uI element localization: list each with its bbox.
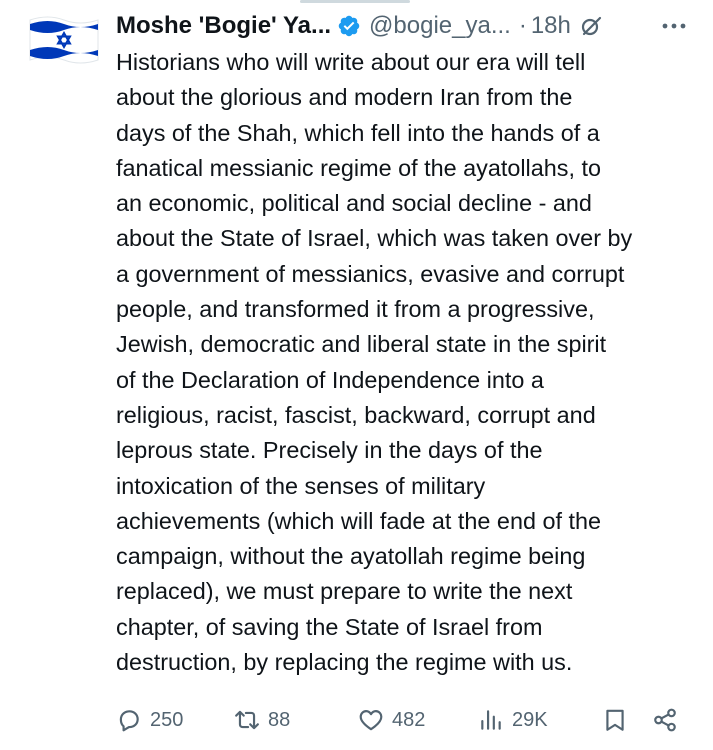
tweet-text-line: leprous state. Precisely in the days of … [116, 437, 543, 464]
reply-icon [119, 710, 139, 732]
like-count: 482 [392, 708, 426, 731]
drag-handle [0, 0, 713, 4]
tweet-text-line: campaign, without the ayatollah regime b… [116, 543, 586, 570]
reply-count: 250 [150, 708, 184, 731]
tweet-text-line: an economic, political and social declin… [116, 190, 592, 217]
share-button[interactable] [652, 704, 678, 736]
views-button[interactable]: 29K [478, 704, 548, 736]
tweet-text-line: achievements (which will fade at the end… [116, 507, 601, 534]
tweet-text-line: about the glorious and modern Iran from … [116, 84, 573, 111]
tweet-text-line: a government of messianics, evasive and … [116, 260, 625, 287]
tweet-text-line: people, and transformed it from a progre… [116, 296, 595, 323]
tweet-text-line: destruction, by replacing the regime wit… [116, 649, 573, 676]
grok-icon[interactable] [579, 14, 603, 38]
like-button[interactable]: 482 [358, 704, 425, 736]
tweet-header: Moshe 'Bogie' Ya... @bogie_ya... · 18h [116, 6, 703, 46]
reply-button[interactable]: 250 [116, 704, 183, 736]
author-name[interactable]: Moshe 'Bogie' Ya... [116, 12, 331, 40]
bookmark-button[interactable] [602, 704, 628, 736]
tweet[interactable]: Moshe 'Bogie' Ya... @bogie_ya... · 18h H… [0, 0, 713, 750]
share-icon [654, 708, 676, 732]
israel-flag-icon [29, 16, 99, 64]
action-bar: 250 88 482 29K [116, 704, 696, 736]
views-count: 29K [512, 708, 548, 731]
tweet-text-line: of the Declaration of Independence into … [116, 366, 544, 393]
repost-count: 88 [268, 708, 291, 731]
verified-badge-icon [338, 15, 360, 37]
timestamp[interactable]: 18h [531, 12, 571, 40]
heart-icon [359, 710, 383, 731]
tweet-text-line: replaced), we must prepare to write the … [116, 578, 573, 605]
author-handle[interactable]: @bogie_ya... [369, 12, 511, 40]
tweet-text-line: chapter, of saving the State of Israel f… [116, 613, 543, 640]
tweet-text-line: religious, racist, fascist, backward, co… [116, 401, 596, 428]
avatar[interactable] [28, 12, 100, 68]
analytics-icon [481, 710, 501, 730]
repost-icon [235, 710, 259, 730]
tweet-text-line: Historians who will write about our era … [116, 49, 586, 75]
tweet-text: Historians who will write about our era … [116, 45, 701, 680]
repost-button[interactable]: 88 [234, 704, 290, 736]
more-options-icon[interactable] [661, 14, 687, 38]
bookmark-icon [606, 709, 624, 731]
tweet-text-line: about the State of Israel, which was tak… [116, 225, 633, 252]
tweet-text-line: intoxication of the senses of military [116, 472, 486, 499]
tweet-text-line: days of the Shah, which fell into the ha… [116, 119, 600, 146]
tweet-text-line: Jewish, democratic and liberal state in … [116, 331, 607, 358]
tweet-text-line: fanatical messianic regime of the ayatol… [116, 154, 601, 181]
separator-dot: · [518, 12, 527, 39]
